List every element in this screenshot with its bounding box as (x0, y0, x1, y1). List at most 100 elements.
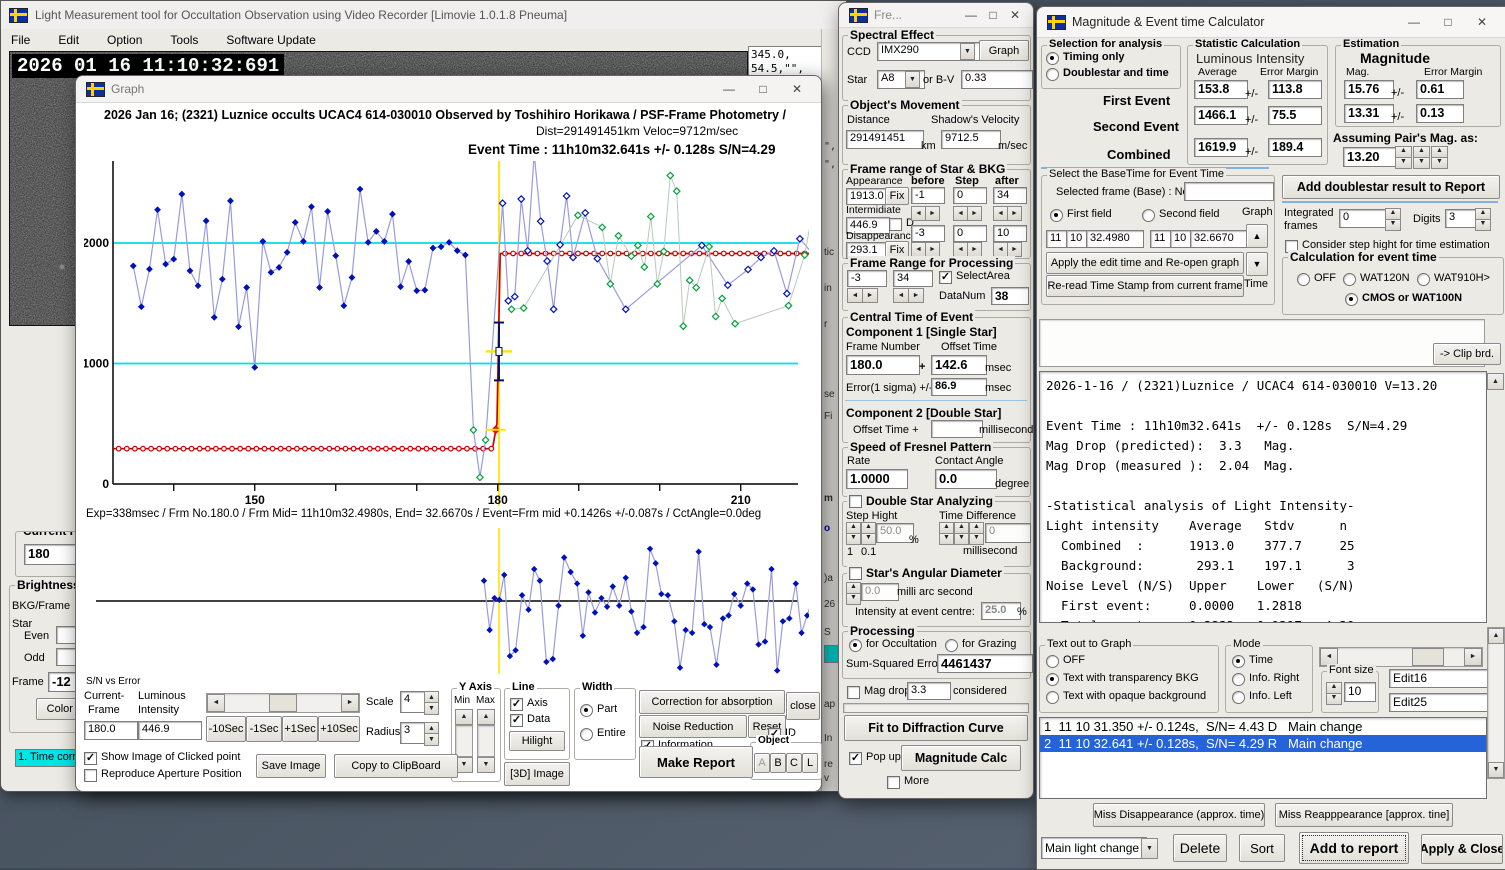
copy-clipboard-button[interactable]: Copy to ClipBoard (334, 754, 458, 778)
textout-off-radio[interactable]: OFF (1046, 654, 1085, 668)
angular-diameter-field[interactable]: 0.0 (861, 583, 899, 601)
combined-avg-field[interactable]: 1619.9 (1194, 138, 1248, 157)
sh-down1-icon[interactable]: ▼ (846, 533, 861, 545)
time2-s[interactable]: 32.6670 (1190, 230, 1248, 248)
3d-image-button[interactable]: [3D] Image (504, 762, 570, 786)
range-end-field[interactable]: 34 (893, 270, 933, 287)
textout-opaque-radio[interactable]: Text with opaque background (1046, 690, 1206, 704)
add-doublestar-button[interactable]: Add doublestar result to Report (1282, 175, 1500, 199)
td-down3-icon[interactable]: ▼ (969, 533, 984, 545)
vs-down-icon[interactable]: ▼ (1488, 762, 1504, 778)
before-spin-right-icon[interactable]: ► (925, 206, 940, 221)
hilight-button[interactable]: Hilight (509, 731, 565, 751)
mode-info-left-radio[interactable]: Info. Left (1232, 690, 1292, 704)
axis-checkbox[interactable]: Axis (510, 697, 548, 711)
sh-down2-icon[interactable]: ▼ (861, 533, 876, 545)
bv-field[interactable]: 0.33 (961, 70, 1033, 89)
main-light-change-dropdown[interactable]: Main light change (1041, 837, 1147, 859)
select-area-checkbox[interactable]: SelectArea (939, 270, 1010, 284)
integrated-frames-field[interactable]: 0 (1339, 209, 1389, 228)
step2-spin-right-icon[interactable]: ► (967, 242, 982, 257)
noise-reduction-button[interactable]: Noise Reduction (639, 715, 747, 738)
report-scroll-up-icon[interactable]: ▲ (1487, 373, 1504, 390)
apply-edit-time-button[interactable]: Apply the edit time and Re-open graph (1046, 252, 1244, 274)
wat120n-radio[interactable]: WAT120N (1343, 272, 1410, 286)
reread-timestamp-button[interactable]: Re-read Time Stamp from current frame (1046, 275, 1244, 297)
spectral-graph-button[interactable]: Graph (979, 40, 1029, 61)
step2-field[interactable]: 0 (953, 225, 987, 242)
velocity-field[interactable]: 9712.5 (941, 130, 1001, 149)
hs-right-icon[interactable]: ► (1464, 648, 1482, 666)
ymax-down-icon[interactable]: ▼ (477, 757, 495, 773)
intensity-centre-field[interactable]: 25.0 (981, 602, 1021, 620)
close-button[interactable]: close (786, 692, 820, 720)
double-star-checkbox[interactable]: Double Star Analyzing (847, 494, 995, 508)
entire-radio[interactable]: Entire (580, 727, 626, 741)
first-field-radio[interactable]: First field (1050, 208, 1112, 222)
pair-mag-field[interactable]: 13.20 (1343, 147, 1397, 167)
mainlight-dropdown-icon[interactable]: ▼ (1141, 838, 1158, 859)
right-vscrollbar[interactable]: ▲ ▼ (1487, 627, 1505, 779)
residual-chart[interactable] (84, 526, 809, 676)
before2-field[interactable]: -3 (911, 225, 945, 242)
wat910h-radio[interactable]: WAT910H> (1417, 272, 1490, 286)
after-spin-left-icon[interactable]: ◄ (993, 206, 1008, 221)
after2-spin-left-icon[interactable]: ◄ (993, 242, 1008, 257)
object-l-button[interactable]: L (802, 753, 818, 773)
vs-up-icon[interactable]: ▲ (1488, 628, 1504, 644)
star-dropdown-icon[interactable]: ▼ (905, 71, 920, 88)
for-grazing-radio[interactable]: for Grazing (945, 638, 1016, 652)
rate-field[interactable]: 1.0000 (846, 469, 908, 489)
pairmag-down3-icon[interactable]: ▼ (1431, 157, 1448, 169)
step2-spin-left-icon[interactable]: ◄ (953, 242, 968, 257)
td-down2-icon[interactable]: ▼ (954, 533, 969, 545)
font-down-icon[interactable]: ▼ (1326, 693, 1342, 705)
range-start-left-icon[interactable]: ◄ (847, 288, 863, 303)
object-a-button[interactable]: A (754, 753, 770, 773)
range-end-right-icon[interactable]: ► (908, 288, 924, 303)
apply-close-button[interactable]: Apply & Close (1421, 834, 1503, 864)
scroll-right-icon[interactable]: ► (341, 694, 359, 712)
scroll-left-icon[interactable]: ◄ (207, 694, 225, 712)
add-to-report-button[interactable]: Add to report (1299, 832, 1409, 864)
mag-drop-checkbox[interactable]: Mag drop (847, 685, 910, 699)
edit16-field[interactable]: Edit16 (1389, 669, 1489, 688)
frame-scrollbar[interactable]: ◄ ► (206, 693, 360, 713)
save-image-button[interactable]: Save Image (256, 754, 326, 778)
offset-time-field[interactable]: 142.6 (931, 355, 987, 375)
menu-file[interactable]: File (11, 33, 44, 47)
td-down1-icon[interactable]: ▼ (939, 533, 954, 545)
time-up-button[interactable]: ▲ (1246, 224, 1268, 248)
minimize-icon[interactable]: — (963, 8, 979, 22)
menu-edit[interactable]: Edit (44, 33, 93, 47)
step-spin-left-icon[interactable]: ◄ (953, 206, 968, 221)
coordinate-row[interactable]: 345.0, 54.5,"", (751, 48, 831, 76)
more-checkbox[interactable]: More (887, 775, 929, 789)
ymin-well[interactable] (455, 725, 473, 757)
close-icon[interactable]: ✕ (1468, 15, 1496, 29)
maximize-icon[interactable]: □ (1434, 15, 1462, 29)
error-sigma-field[interactable]: 86.9 (931, 378, 987, 396)
ymax-well[interactable] (477, 725, 495, 757)
integ-down-icon[interactable]: ▼ (1385, 219, 1401, 231)
hs-thumb[interactable] (1412, 648, 1444, 666)
data-checkbox[interactable]: Data (510, 713, 550, 727)
first-avg-field[interactable]: 153.8 (1194, 80, 1248, 99)
delete-button[interactable]: Delete (1173, 834, 1227, 862)
appearance-fix-button[interactable]: Fix (885, 187, 909, 205)
close-icon[interactable]: ✕ (1007, 8, 1023, 22)
after1-field[interactable]: 34 (993, 187, 1027, 204)
second-avg-field[interactable]: 1466.1 (1194, 106, 1248, 125)
miss-reappearance-button[interactable]: Miss Reapppearance [approx. tine] (1275, 803, 1453, 827)
after2-spin-right-icon[interactable]: ► (1007, 242, 1022, 257)
mode-info-right-radio[interactable]: Info. Right (1232, 672, 1299, 686)
object-b-button[interactable]: B (770, 753, 786, 773)
step1-field[interactable]: 0 (953, 187, 987, 204)
radius-down-icon[interactable]: ▼ (424, 733, 439, 746)
range-start-field[interactable]: -3 (847, 270, 887, 287)
time-down-button[interactable]: ▼ (1246, 252, 1268, 276)
selected-frame-field[interactable] (1184, 182, 1274, 201)
event-result-row[interactable]: 2 11 10 32.641 +/- 0.128s, S/N= 4.29 R M… (1040, 735, 1486, 752)
doublestar-time-radio[interactable]: Doublestar and time (1046, 67, 1169, 81)
minus-10sec-button[interactable]: -10Sec (206, 716, 246, 742)
